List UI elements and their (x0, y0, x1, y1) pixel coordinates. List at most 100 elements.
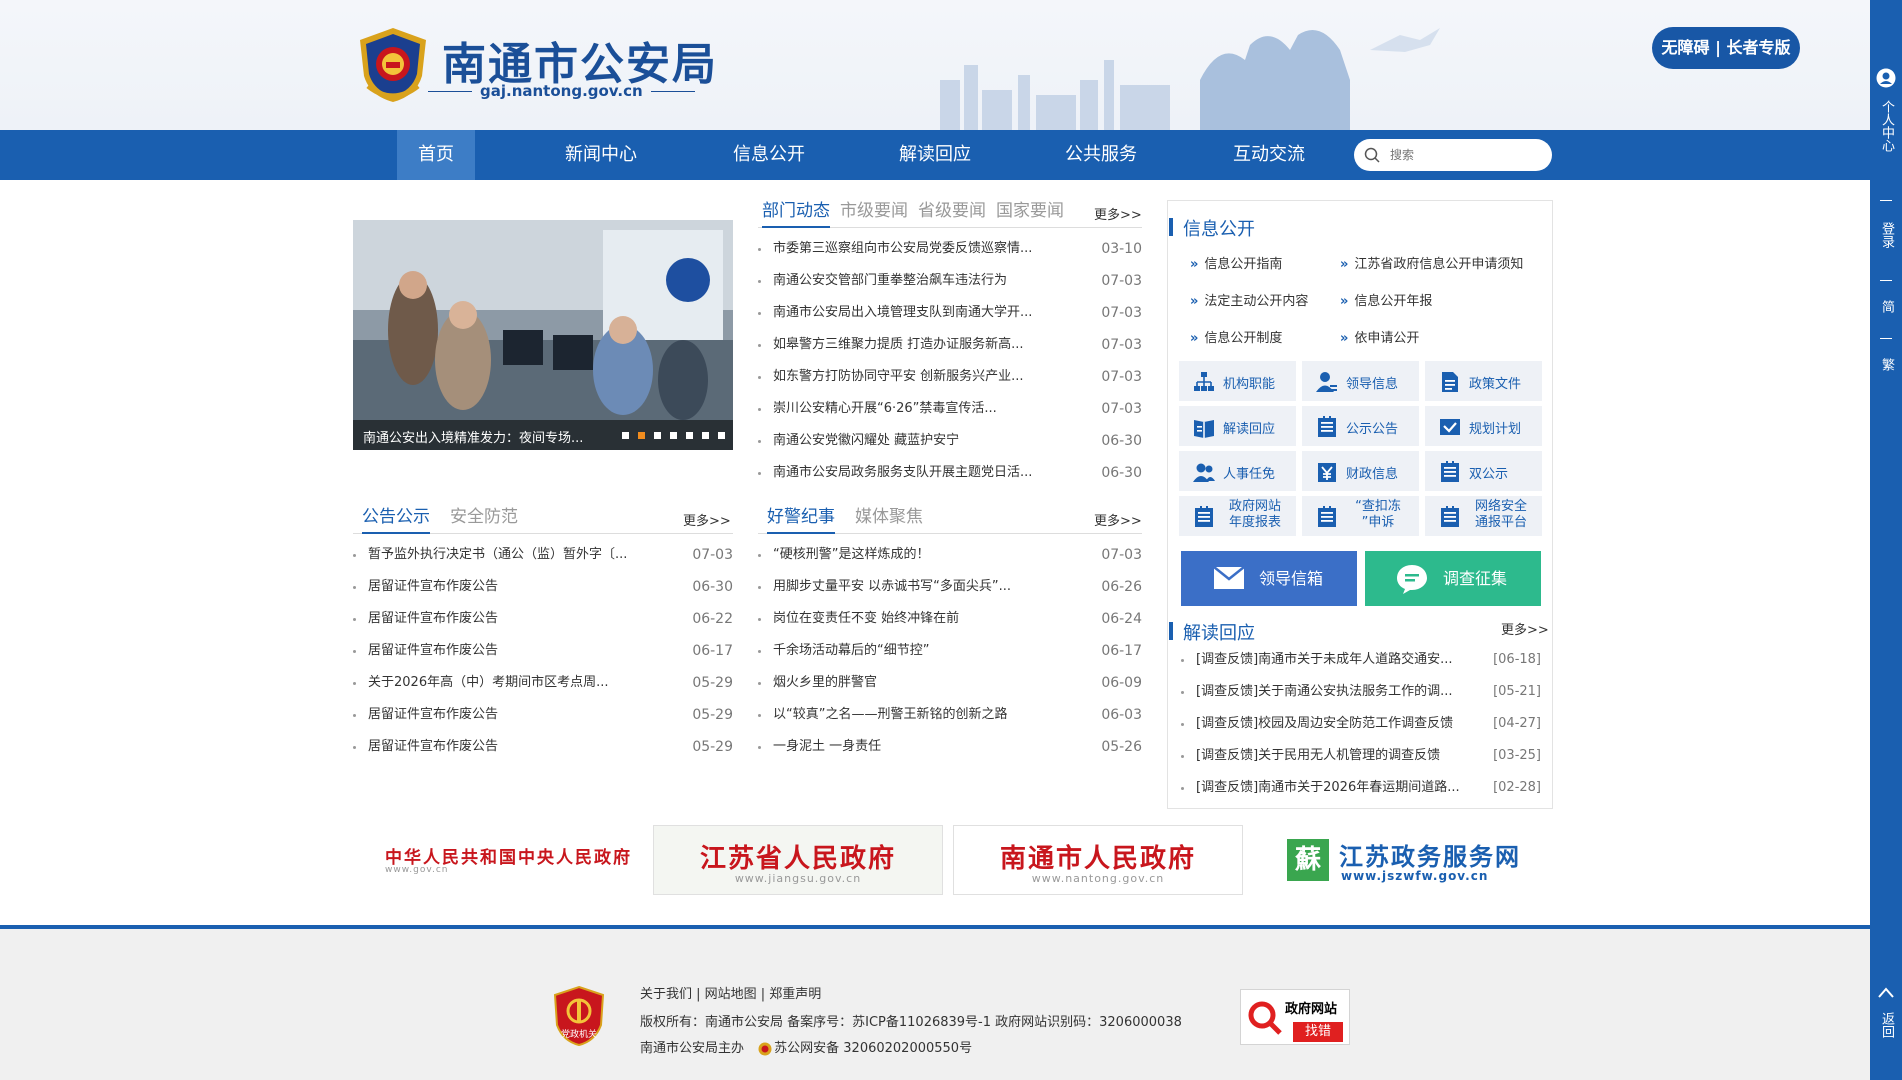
tile-leader-info[interactable]: 领导信息 (1302, 361, 1419, 401)
gov-site-error-report[interactable]: 政府网站 找错 (1240, 989, 1350, 1045)
tile-site-annual-report[interactable]: 政府网站 年度报表 (1179, 496, 1296, 536)
hero-story-item-title[interactable]: 以“较真”之名——刑警王新铭的创新之路 (773, 699, 1007, 731)
user-icon[interactable] (1876, 68, 1896, 88)
banner-jiangsu-gov[interactable]: 江苏省人民政府 www.jiangsu.gov.cn (653, 825, 943, 895)
notice-item[interactable]: 暂予监外执行决定书（通公（监）暂外字〔... 07-03 (353, 539, 733, 571)
info-link-statutory[interactable]: » 法定主动公开内容 (1190, 290, 1308, 309)
news-item[interactable]: 市委第三巡察组向市公安局党委反馈巡察情... 03-10 (758, 233, 1142, 265)
search-input[interactable] (1390, 145, 1540, 165)
reply-item[interactable]: [调查反馈]南通市关于2026年春运期间道路... [02-28] (1181, 772, 1541, 804)
nav-home[interactable]: 首页 (397, 130, 475, 180)
search-icon[interactable] (1364, 147, 1380, 163)
notice-item[interactable]: 居留证件宣布作废公告 06-30 (353, 571, 733, 603)
chevron-up-icon[interactable] (1878, 986, 1894, 998)
tile-dual-public[interactable]: 双公示 (1425, 451, 1542, 491)
notice-item-title[interactable]: 居留证件宣布作废公告 (368, 635, 498, 667)
reply-item[interactable]: [调查反馈]南通市关于未成年人道路交通安... [06-18] (1181, 644, 1541, 676)
heroes-more-link[interactable]: 更多>> (1094, 510, 1142, 529)
nav-news-center[interactable]: 新闻中心 (546, 130, 656, 180)
tile-finance[interactable]: 财政信息 (1302, 451, 1419, 491)
tab-national-news[interactable]: 国家要闻 (996, 194, 1064, 228)
accessibility-button[interactable]: 无障碍 | 长者专版 (1652, 27, 1800, 69)
leader-mailbox-button[interactable]: 领导信箱 (1181, 551, 1357, 606)
news-item[interactable]: 南通市公安局出入境管理支队到南通大学开... 07-03 (758, 297, 1142, 329)
notice-item-title[interactable]: 居留证件宣布作废公告 (368, 731, 498, 763)
news-item-title[interactable]: 南通公安交管部门重拳整治飙车违法行为 (773, 265, 1007, 297)
carousel-dot[interactable] (702, 432, 709, 439)
news-item-title[interactable]: 南通市公安局政务服务支队开展主题党日活... (773, 457, 1032, 489)
reply-item[interactable]: [调查反馈]关于南通公安执法服务工作的调... [05-21] (1181, 676, 1541, 708)
info-link-annual-report[interactable]: » 信息公开年报 (1340, 290, 1432, 309)
tile-personnel[interactable]: 人事任免 (1179, 451, 1296, 491)
hero-story-item-title[interactable]: 千余场活动幕后的“细节控” (773, 635, 929, 667)
hero-story-item[interactable]: 以“较真”之名——刑警王新铭的创新之路 06-03 (758, 699, 1142, 731)
news-more-link[interactable]: 更多>> (1094, 204, 1142, 223)
news-item-title[interactable]: 崇川公安精心开展“6·26”禁毒宣传活... (773, 393, 997, 425)
info-link-system[interactable]: » 信息公开制度 (1190, 327, 1282, 346)
tile-public-notice[interactable]: 公示公告 (1302, 406, 1419, 446)
carousel-dot-active[interactable] (638, 432, 645, 439)
hero-story-item[interactable]: 岗位在变责任不变 始终冲锋在前 06-24 (758, 603, 1142, 635)
reply-item[interactable]: [调查反馈]校园及周边安全防范工作调查反馈 [04-27] (1181, 708, 1541, 740)
carousel-dot[interactable] (654, 432, 661, 439)
survey-button[interactable]: 调查征集 (1365, 551, 1541, 606)
simplified-link[interactable]: 简 (1870, 300, 1902, 322)
tile-policy-docs[interactable]: 政策文件 (1425, 361, 1542, 401)
news-item-title[interactable]: 南通公安党徽闪耀处 藏蓝护安宁 (773, 425, 959, 457)
carousel-dot[interactable] (686, 432, 693, 439)
reply-item-title[interactable]: [调查反馈]关于民用无人机管理的调查反馈 (1196, 740, 1440, 772)
news-item-title[interactable]: 市委第三巡察组向市公安局党委反馈巡察情... (773, 233, 1032, 265)
notice-item-title[interactable]: 居留证件宣布作废公告 (368, 603, 498, 635)
carousel-dot[interactable] (718, 432, 725, 439)
hero-story-item[interactable]: 烟火乡里的胖警官 06-09 (758, 667, 1142, 699)
nav-interpretation[interactable]: 解读回应 (880, 130, 990, 180)
back-to-top-link[interactable]: 返回 (1870, 1012, 1902, 1056)
reply-item[interactable]: [调查反馈]关于民用无人机管理的调查反馈 [03-25] (1181, 740, 1541, 772)
tile-seizure-appeal[interactable]: “查扣冻 ”申诉 (1302, 496, 1419, 536)
news-item-title[interactable]: 如皋警方三维聚力提质 打造办证服务新高... (773, 329, 1024, 361)
news-item[interactable]: 崇川公安精心开展“6·26”禁毒宣传活... 07-03 (758, 393, 1142, 425)
notices-more-link[interactable]: 更多>> (683, 510, 731, 529)
notice-item-title[interactable]: 居留证件宣布作废公告 (368, 571, 498, 603)
replies-more-link[interactable]: 更多>> (1501, 619, 1549, 638)
news-carousel[interactable]: 南通公安出入境精准发力：夜间专场... (353, 220, 733, 450)
tab-city-news[interactable]: 市级要闻 (840, 194, 908, 228)
hero-story-item[interactable]: 一身泥土 一身责任 05-26 (758, 731, 1142, 763)
tab-media-focus[interactable]: 媒体聚焦 (855, 500, 923, 534)
reply-item-title[interactable]: [调查反馈]关于南通公安执法服务工作的调... (1196, 676, 1453, 708)
login-link[interactable]: 登录 (1870, 222, 1902, 264)
nav-info-public[interactable]: 信息公开 (714, 130, 824, 180)
tile-org-function[interactable]: 机构职能 (1179, 361, 1296, 401)
carousel-caption[interactable]: 南通公安出入境精准发力：夜间专场... (363, 427, 583, 446)
info-link-on-request[interactable]: » 依申请公开 (1340, 327, 1419, 346)
traditional-link[interactable]: 繁 (1870, 358, 1902, 380)
notice-item-title[interactable]: 关于2026年高（中）考期间市区考点周... (368, 667, 608, 699)
hero-story-item[interactable]: 用脚步丈量平安 以赤诚书写“多面尖兵”... 06-26 (758, 571, 1142, 603)
footer-links[interactable]: 关于我们 | 网站地图 | 郑重声明 (640, 983, 821, 1002)
tab-notices[interactable]: 公告公示 (362, 500, 430, 534)
tile-interpretation[interactable]: 解读回应 (1179, 406, 1296, 446)
banner-jiangsu-service[interactable]: 蘇 江苏政务服务网 www.jszwfw.gov.cn (1253, 825, 1543, 895)
hero-story-item-title[interactable]: “硬核刑警”是这样炼成的！ (773, 539, 929, 571)
notice-item-title[interactable]: 暂予监外执行决定书（通公（监）暂外字〔... (368, 539, 627, 571)
hero-story-item[interactable]: “硬核刑警”是这样炼成的！ 07-03 (758, 539, 1142, 571)
news-item[interactable]: 南通公安党徽闪耀处 藏蓝护安宁 06-30 (758, 425, 1142, 457)
hero-story-item[interactable]: 千余场活动幕后的“细节控” 06-17 (758, 635, 1142, 667)
footer-police-record[interactable]: 苏公网安备 32060202000550号 (774, 1041, 972, 1056)
news-item[interactable]: 南通公安交管部门重拳整治飙车违法行为 07-03 (758, 265, 1142, 297)
banner-nantong-gov[interactable]: 南通市人民政府 www.nantong.gov.cn (953, 825, 1243, 895)
party-gov-emblem[interactable]: 党政机关 (553, 985, 605, 1047)
carousel-dot[interactable] (622, 432, 629, 439)
news-item[interactable]: 如东警方打防协同守平安 创新服务兴产业... 07-03 (758, 361, 1142, 393)
reply-item-title[interactable]: [调查反馈]南通市关于未成年人道路交通安... (1196, 644, 1453, 676)
tab-department-news[interactable]: 部门动态 (762, 194, 830, 228)
news-item-title[interactable]: 如东警方打防协同守平安 创新服务兴产业... (773, 361, 1024, 393)
hero-story-item-title[interactable]: 烟火乡里的胖警官 (773, 667, 877, 699)
reply-item-title[interactable]: [调查反馈]校园及周边安全防范工作调查反馈 (1196, 708, 1453, 740)
notice-item[interactable]: 居留证件宣布作废公告 06-22 (353, 603, 733, 635)
info-link-application-notice[interactable]: » 江苏省政府信息公开申请须知 (1340, 253, 1523, 272)
tile-network-security[interactable]: 网络安全 通报平台 (1425, 496, 1542, 536)
tab-safety[interactable]: 安全防范 (450, 500, 518, 534)
nav-interaction[interactable]: 互动交流 (1214, 130, 1324, 180)
tile-planning[interactable]: 规划计划 (1425, 406, 1542, 446)
